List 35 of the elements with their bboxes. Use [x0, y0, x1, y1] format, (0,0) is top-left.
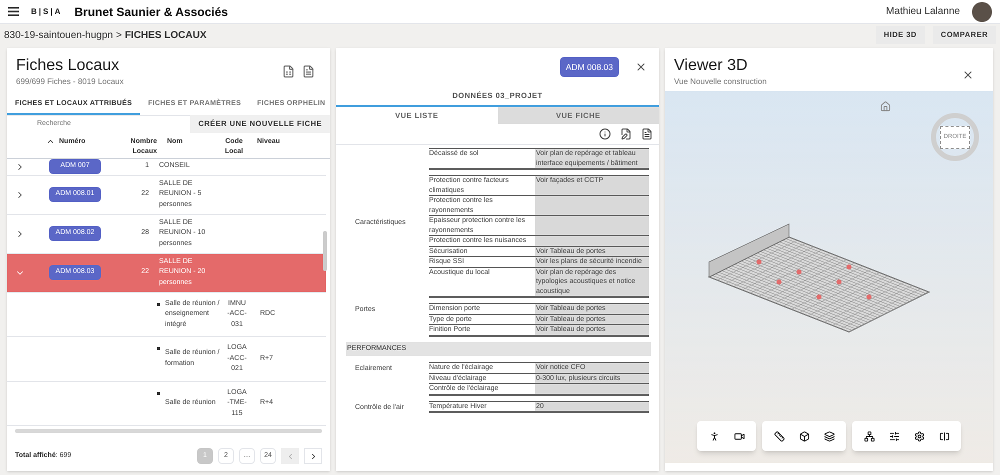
menu-icon[interactable]: [8, 7, 19, 16]
settings-icon[interactable]: [914, 430, 924, 442]
info-icon[interactable]: [599, 128, 611, 140]
company-name: Brunet Saunier & Associés: [74, 4, 228, 20]
home-icon[interactable]: [880, 101, 891, 112]
excel-export-icon[interactable]: [282, 65, 295, 78]
avatar[interactable]: [972, 2, 992, 22]
user-name: Mathieu Lalanne: [886, 5, 960, 19]
ruler-icon[interactable]: [774, 430, 784, 442]
scrollbar[interactable]: [323, 230, 327, 270]
cube-icon[interactable]: [798, 430, 810, 442]
bullet-icon: [157, 302, 160, 306]
layers-icon[interactable]: [824, 430, 834, 442]
breadcrumb-separator: >: [116, 28, 122, 42]
panel-title: Viewer 3D: [674, 56, 749, 76]
properties-icon[interactable]: [888, 430, 900, 442]
bullet-icon: [157, 392, 160, 394]
panel-subtitle: Vue Nouvelle construction: [674, 76, 768, 88]
edit-document-icon[interactable]: [620, 128, 632, 140]
hierarchy-icon[interactable]: [864, 430, 874, 442]
bullet-icon: [157, 347, 160, 350]
breadcrumb-current: FICHES LOCAUX: [124, 28, 206, 42]
breadcrumb-link[interactable]: 830-19-saintouen-hugpn: [4, 28, 113, 42]
logo: B|S|A: [31, 6, 62, 18]
person-icon[interactable]: [708, 430, 720, 442]
panel-subtitle: 699/699 Fiches - 8019 Locaux: [16, 76, 125, 88]
pdf-export-icon[interactable]: [302, 65, 315, 78]
close-icon[interactable]: [962, 69, 974, 81]
fiche-number-badge: ADM 008.03: [560, 56, 619, 78]
split-square-icon[interactable]: [938, 430, 950, 442]
camera-icon[interactable]: [734, 430, 744, 442]
close-icon[interactable]: [635, 61, 647, 73]
panel-title: Fiches Locaux: [16, 56, 120, 76]
horizontal-scrollbar[interactable]: [15, 429, 322, 433]
pdf-export-icon[interactable]: [641, 128, 653, 140]
